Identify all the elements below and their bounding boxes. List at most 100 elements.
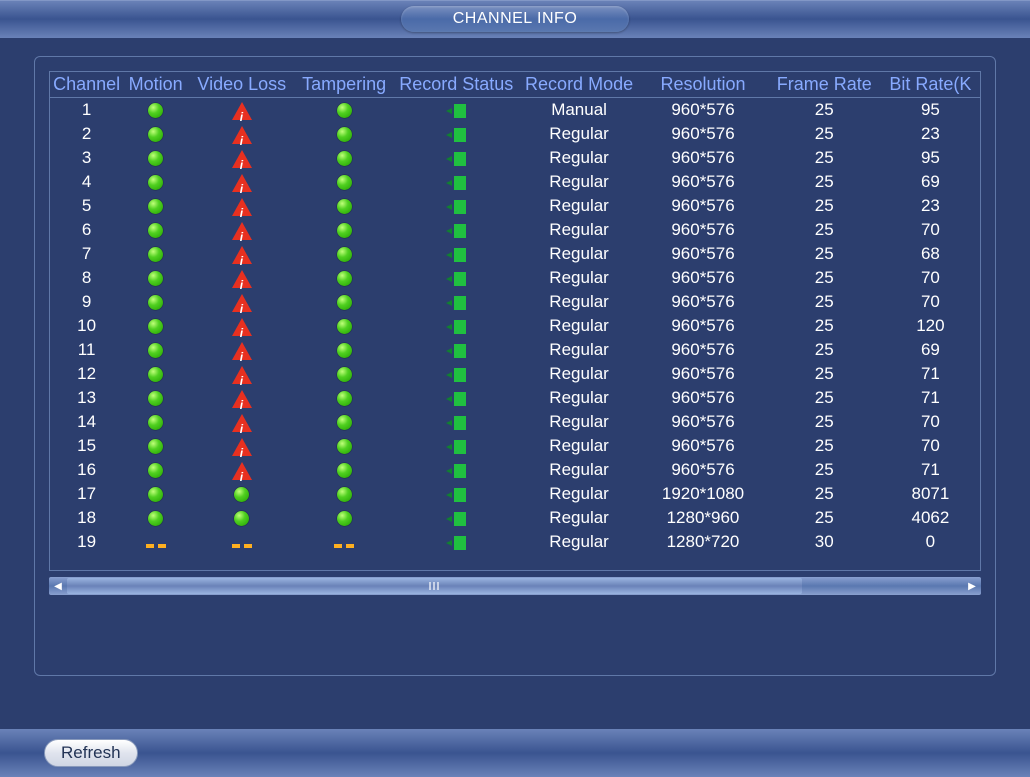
recording-icon: [446, 176, 466, 190]
cell-bit-rate: 70: [881, 290, 980, 314]
recording-icon: [446, 464, 466, 478]
cell-record-mode: Regular: [520, 218, 639, 242]
table-row[interactable]: 11Regular960*5762569: [50, 338, 980, 362]
cell-tampering: [296, 218, 393, 242]
table-row[interactable]: 4Regular960*5762569: [50, 170, 980, 194]
cell-channel: 7: [50, 242, 123, 266]
status-ok-icon: [337, 103, 352, 118]
cell-record-status: [393, 218, 520, 242]
table-row[interactable]: 18Regular1280*960254062: [50, 506, 980, 530]
cell-channel: 3: [50, 146, 123, 170]
cell-bit-rate: 70: [881, 410, 980, 434]
table-row[interactable]: 1Manual960*5762595: [50, 98, 980, 123]
col-resolution[interactable]: Resolution: [638, 72, 767, 98]
cell-frame-rate: 25: [768, 170, 881, 194]
recording-icon: [446, 104, 466, 118]
cell-frame-rate: 25: [768, 218, 881, 242]
cell-tampering: [296, 338, 393, 362]
cell-resolution: 960*576: [638, 362, 767, 386]
status-ok-icon: [337, 439, 352, 454]
col-video-loss[interactable]: Video Loss: [188, 72, 296, 98]
scroll-right-arrow-icon[interactable]: ▶: [963, 577, 981, 595]
table-row[interactable]: 6Regular960*5762570: [50, 218, 980, 242]
status-alert-icon: [232, 294, 252, 312]
cell-tampering: [296, 242, 393, 266]
cell-frame-rate: 25: [768, 266, 881, 290]
status-ok-icon: [337, 319, 352, 334]
recording-icon: [446, 128, 466, 142]
col-channel[interactable]: Channel: [50, 72, 123, 98]
table-row[interactable]: 14Regular960*5762570: [50, 410, 980, 434]
cell-bit-rate: 69: [881, 170, 980, 194]
cell-resolution: 960*576: [638, 458, 767, 482]
cell-record-mode: Regular: [520, 146, 639, 170]
col-record-mode[interactable]: Record Mode: [520, 72, 639, 98]
cell-record-mode: Regular: [520, 170, 639, 194]
cell-record-mode: Regular: [520, 290, 639, 314]
cell-channel: 13: [50, 386, 123, 410]
content-frame: Channel Motion Video Loss Tampering Reco…: [34, 56, 996, 676]
cell-channel: 2: [50, 122, 123, 146]
cell-record-mode: Regular: [520, 242, 639, 266]
recording-icon: [446, 368, 466, 382]
table-row[interactable]: 10Regular960*57625120: [50, 314, 980, 338]
table-row[interactable]: 16Regular960*5762571: [50, 458, 980, 482]
cell-video-loss: [188, 410, 296, 434]
recording-icon: [446, 152, 466, 166]
table-row[interactable]: 3Regular960*5762595: [50, 146, 980, 170]
horizontal-scrollbar[interactable]: ◀ ▶: [49, 577, 981, 595]
cell-record-status: [393, 290, 520, 314]
channel-table: Channel Motion Video Loss Tampering Reco…: [50, 72, 980, 555]
cell-frame-rate: 25: [768, 98, 881, 123]
cell-record-mode: Regular: [520, 458, 639, 482]
col-tampering[interactable]: Tampering: [296, 72, 393, 98]
status-ok-icon: [337, 367, 352, 382]
recording-icon: [446, 320, 466, 334]
cell-record-mode: Regular: [520, 482, 639, 506]
cell-record-status: [393, 434, 520, 458]
recording-icon: [446, 224, 466, 238]
col-frame-rate[interactable]: Frame Rate: [768, 72, 881, 98]
cell-video-loss: [188, 290, 296, 314]
cell-record-mode: Regular: [520, 530, 639, 555]
col-bit-rate[interactable]: Bit Rate(K: [881, 72, 980, 98]
cell-resolution: 960*576: [638, 242, 767, 266]
status-ok-icon: [148, 487, 163, 502]
cell-motion: [123, 194, 188, 218]
cell-channel: 9: [50, 290, 123, 314]
table-row[interactable]: 19Regular1280*720300: [50, 530, 980, 555]
status-alert-icon: [232, 126, 252, 144]
table-row[interactable]: 5Regular960*5762523: [50, 194, 980, 218]
cell-motion: [123, 290, 188, 314]
cell-resolution: 960*576: [638, 410, 767, 434]
cell-tampering: [296, 458, 393, 482]
scroll-left-arrow-icon[interactable]: ◀: [49, 577, 67, 595]
table-row[interactable]: 12Regular960*5762571: [50, 362, 980, 386]
cell-record-mode: Regular: [520, 194, 639, 218]
status-na-icon: [332, 531, 356, 555]
status-ok-icon: [337, 247, 352, 262]
cell-channel: 11: [50, 338, 123, 362]
refresh-button[interactable]: Refresh: [44, 739, 138, 767]
scrollbar-thumb[interactable]: [67, 578, 802, 594]
cell-motion: [123, 170, 188, 194]
cell-frame-rate: 25: [768, 386, 881, 410]
table-row[interactable]: 13Regular960*5762571: [50, 386, 980, 410]
table-row[interactable]: 7Regular960*5762568: [50, 242, 980, 266]
table-row[interactable]: 8Regular960*5762570: [50, 266, 980, 290]
cell-video-loss: [188, 218, 296, 242]
cell-frame-rate: 25: [768, 122, 881, 146]
cell-tampering: [296, 266, 393, 290]
table-row[interactable]: 17Regular1920*1080258071: [50, 482, 980, 506]
table-row[interactable]: 2Regular960*5762523: [50, 122, 980, 146]
cell-tampering: [296, 362, 393, 386]
col-motion[interactable]: Motion: [123, 72, 188, 98]
col-record-status[interactable]: Record Status: [393, 72, 520, 98]
status-alert-icon: [232, 366, 252, 384]
scrollbar-track[interactable]: [67, 577, 963, 595]
table-row[interactable]: 9Regular960*5762570: [50, 290, 980, 314]
table-row[interactable]: 15Regular960*5762570: [50, 434, 980, 458]
cell-resolution: 960*576: [638, 98, 767, 123]
cell-channel: 4: [50, 170, 123, 194]
title-bar: CHANNEL INFO: [0, 0, 1030, 38]
